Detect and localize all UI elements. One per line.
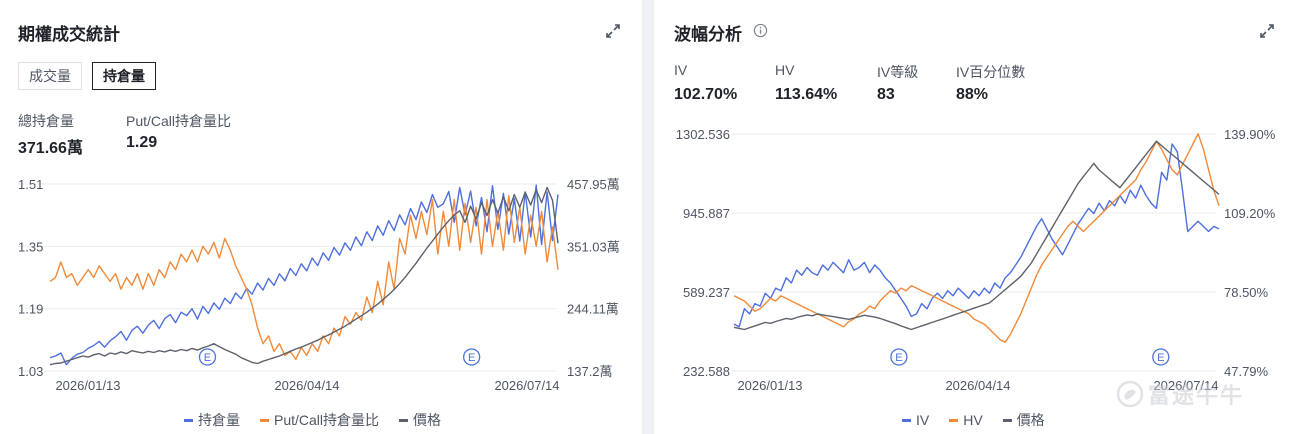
volatility-panel: 波幅分析 IV 102.70% HV 113.64% IV等級 83 IV百分位… [654,0,1294,434]
iv-rank-label: IV等級 [877,64,919,80]
iv-rank-value: 83 [877,86,895,103]
legend-item-oi[interactable]: 持倉量 [184,410,240,430]
x-tick-label: 2026/07/14 [494,378,559,390]
hv-label: HV [775,62,795,78]
tab-volume[interactable]: 成交量 [18,62,82,90]
y-left-tick-label: 1.03 [18,364,43,379]
earnings-marker-label: E [468,352,475,364]
tab-open-interest[interactable]: 持倉量 [92,62,156,90]
volatility-chart: 1302.536 945.887 589.237 232.588 139.90% 109.… [676,127,1276,393]
futu-logo-icon [1116,380,1144,408]
y-right-tick-label: 109.20% [1224,206,1276,221]
legend-swatch [184,418,193,422]
total-oi-value: 371.66萬 [18,140,83,157]
series-line-0 [49,184,559,366]
chart-legend: 持倉量 Put/Call持倉量比 價格 [184,410,461,430]
open-interest-chart: 1.51 1.35 1.19 1.03 457.95萬 351.03萬 244.11萬 137… [18,177,620,390]
panel-title: 期權成交統計 [18,25,120,44]
legend-label: 價格 [413,412,442,428]
x-tick-label: 2026/01/13 [737,378,802,393]
x-tick-label: 2026/04/14 [274,378,339,390]
hv-value: 113.64% [775,86,838,103]
y-left-tick-label: 1302.536 [676,127,730,142]
legend-item-hv[interactable]: HV [949,412,983,428]
series-line-2 [733,140,1220,331]
option-volume-panel: 期權成交統計 成交量 持倉量 總持倉量 371.66萬 Put/Call持倉量比… [0,0,642,434]
watermark-text: 富途牛牛 [1148,383,1245,408]
y-left-tick-label: 232.588 [683,364,730,379]
legend-item-put-call-ratio[interactable]: Put/Call持倉量比 [260,410,379,430]
series-line-1 [49,195,559,361]
iv-percentile-value: 88% [956,86,989,103]
legend-label: IV [916,412,930,428]
x-tick-label: 2026/04/14 [945,378,1010,393]
put-call-ratio-label: Put/Call持倉量比 [126,113,232,129]
chart-legend: IV HV 價格 [902,410,1065,430]
expand-icon[interactable] [1258,22,1276,40]
legend-swatch [949,418,959,422]
legend-item-price[interactable]: 價格 [1002,410,1045,430]
iv-percentile-label: IV百分位數 [956,64,1026,80]
series-line-2 [49,186,559,366]
earnings-marker-label: E [204,352,211,364]
panel-title: 波幅分析 [674,25,742,44]
watermark: 富途牛牛 [1116,378,1244,410]
legend-label: HV [963,412,983,428]
legend-swatch [260,418,269,422]
expand-icon[interactable] [604,22,622,40]
y-right-tick-label: 244.11萬 [567,302,619,317]
y-left-tick-label: 1.51 [18,177,43,192]
series-line-1 [733,132,1220,343]
legend-item-price[interactable]: 價格 [399,410,441,430]
legend-label: 價格 [1016,412,1045,428]
y-right-tick-label: 457.95萬 [567,177,620,192]
legend-swatch [399,418,409,422]
y-left-tick-label: 1.35 [18,239,43,254]
x-tick-label: 2026/01/13 [55,378,120,390]
y-right-tick-label: 351.03萬 [567,239,620,254]
iv-label: IV [674,62,688,78]
series-line-0 [733,143,1220,328]
iv-value: 102.70% [674,86,738,103]
y-left-tick-label: 589.237 [683,285,730,300]
earnings-marker-label: E [895,352,902,364]
earnings-marker-label: E [1157,352,1164,364]
y-right-tick-label: 78.50% [1224,285,1269,300]
put-call-ratio-value: 1.29 [126,134,158,151]
legend-label: 持倉量 [198,412,240,428]
legend-swatch [902,418,911,422]
legend-swatch [1002,418,1012,422]
legend-item-iv[interactable]: IV [902,412,929,428]
info-icon[interactable] [753,23,768,38]
legend-label: Put/Call持倉量比 [274,412,380,428]
y-right-tick-label: 47.79% [1224,364,1269,379]
y-left-tick-label: 1.19 [18,302,43,317]
y-right-tick-label: 137.2萬 [567,364,613,379]
total-oi-label: 總持倉量 [18,113,74,129]
y-left-tick-label: 945.887 [683,206,730,221]
y-right-tick-label: 139.90% [1224,127,1276,142]
